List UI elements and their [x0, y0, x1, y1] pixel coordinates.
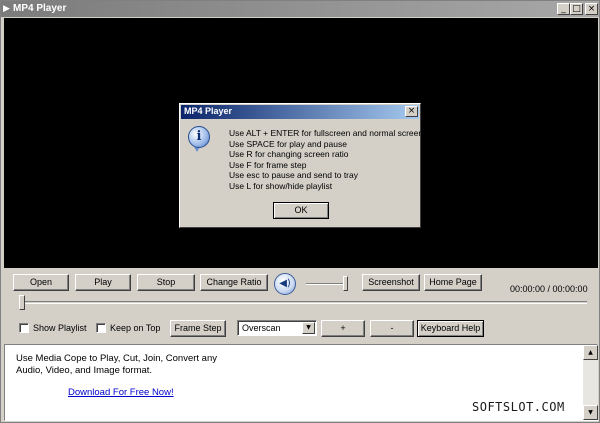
- volume-slider-handle[interactable]: [343, 276, 348, 291]
- dialog-line: Use F for frame step: [229, 159, 307, 170]
- dialog-message: Use ALT + ENTER for fullscreen and norma…: [229, 128, 423, 191]
- zoom-in-button[interactable]: +: [321, 320, 365, 337]
- download-link[interactable]: Download For Free Now!: [68, 387, 174, 398]
- display-mode-value: Overscan: [242, 323, 281, 333]
- maximize-button[interactable]: □: [570, 3, 583, 15]
- dialog-line: Use ALT + ENTER for fullscreen and norma…: [229, 128, 424, 138]
- stop-button[interactable]: Stop: [137, 274, 195, 291]
- show-playlist-checkbox[interactable]: [19, 323, 29, 333]
- keyboard-help-dialog: MP4 Player × i Use ALT + ENTER for fulls…: [179, 103, 423, 228]
- ad-text: Use Media Cope to Play, Cut, Join, Conve…: [16, 353, 218, 376]
- frame-step-button[interactable]: Frame Step: [170, 320, 226, 337]
- close-button[interactable]: ×: [585, 3, 598, 15]
- keyboard-help-button[interactable]: Keyboard Help: [417, 320, 484, 337]
- volume-slider-track[interactable]: [306, 283, 346, 285]
- play-arrow-icon: ▶: [3, 3, 10, 13]
- speaker-icon[interactable]: ◀): [274, 273, 296, 295]
- ok-button[interactable]: OK: [273, 202, 329, 219]
- play-button[interactable]: Play: [75, 274, 131, 291]
- main-window: ▶ MP4 Player _ □ × MP4 Player × i Use AL…: [0, 0, 600, 423]
- dialog-line: Use SPACE for play and pause: [229, 138, 347, 149]
- dialog-line: Use esc to pause and send to tray: [229, 170, 358, 180]
- display-mode-select[interactable]: Overscan ▼: [237, 320, 317, 336]
- chevron-down-icon[interactable]: ▼: [302, 322, 315, 334]
- keep-on-top-checkbox[interactable]: [96, 323, 106, 333]
- window-title: MP4 Player: [13, 3, 67, 14]
- dialog-line: Use L for show/hide playlist: [229, 180, 333, 191]
- title-bar[interactable]: ▶ MP4 Player _ □ ×: [1, 1, 599, 17]
- watermark: SOFTSLOT.COM: [472, 400, 565, 414]
- change-ratio-button[interactable]: Change Ratio: [200, 274, 268, 291]
- dialog-title-bar[interactable]: MP4 Player ×: [181, 105, 419, 119]
- scroll-down-icon[interactable]: ▼: [583, 405, 598, 420]
- ad-scrollbar[interactable]: ▲ ▼: [583, 345, 598, 420]
- info-icon: i: [188, 126, 210, 148]
- dialog-line: Use R for changing screen ratio: [229, 149, 349, 159]
- open-button[interactable]: Open: [13, 274, 69, 291]
- home-page-button[interactable]: Home Page: [424, 274, 482, 291]
- show-playlist-label[interactable]: Show Playlist: [33, 323, 87, 333]
- dialog-close-button[interactable]: ×: [405, 106, 418, 117]
- seek-bar-track[interactable]: [19, 301, 587, 304]
- time-display: 00:00:00 / 00:00:00: [510, 284, 588, 294]
- dialog-title: MP4 Player: [184, 106, 233, 116]
- screenshot-button[interactable]: Screenshot: [362, 274, 420, 291]
- scroll-up-icon[interactable]: ▲: [583, 345, 598, 360]
- keep-on-top-label[interactable]: Keep on Top: [110, 323, 160, 333]
- zoom-out-button[interactable]: -: [370, 320, 414, 337]
- seek-bar-handle[interactable]: [19, 295, 25, 310]
- minimize-button[interactable]: _: [557, 3, 570, 15]
